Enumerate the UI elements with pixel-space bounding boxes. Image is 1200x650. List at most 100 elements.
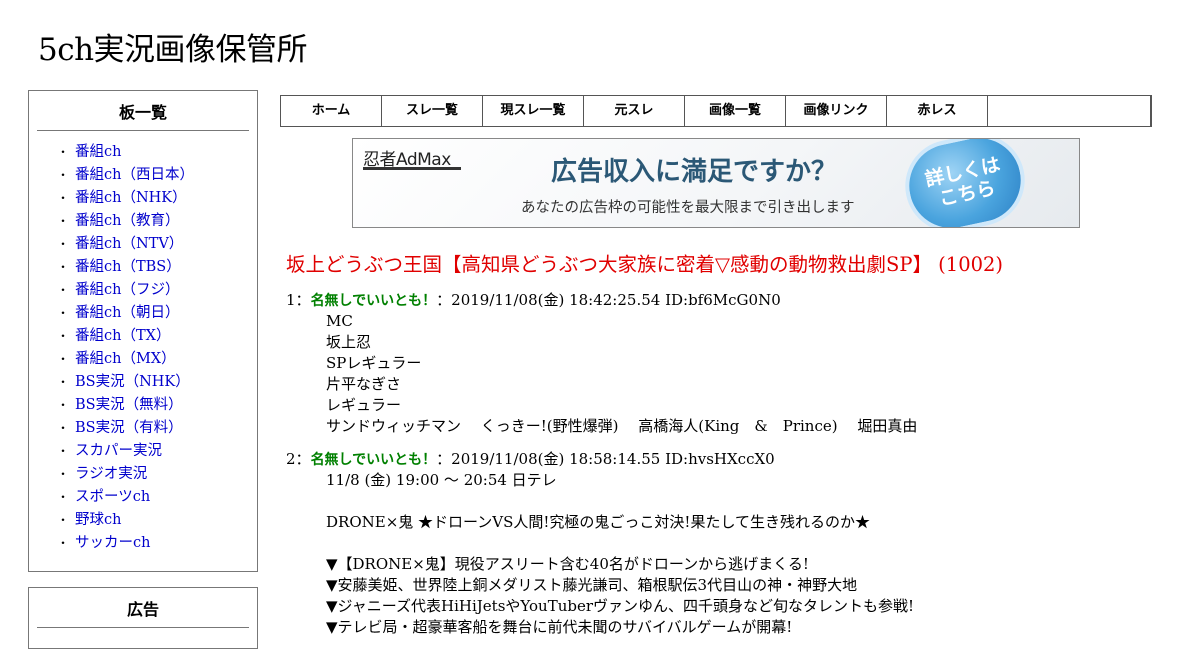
post-line: ▼ジャニーズ代表HiHiJetsやYouTuberヴァンゆん、四千頭身など旬なタ… (326, 597, 915, 615)
bullet-icon: ・ (57, 375, 70, 389)
board-item: ・番組ch（NTV） (29, 233, 257, 256)
nav-image-list[interactable]: 画像一覧 (685, 96, 786, 126)
post-header: 2：名無しでいいとも！：2019/11/08(金) 18:58:14.55 ID… (286, 449, 1166, 470)
board-link[interactable]: 番組ch（MX） (75, 351, 176, 367)
board-item: ・番組ch（MX） (29, 348, 257, 371)
post-line: サンドウィッチマン くっきー!(野性爆弾) 高橋海人(King & Prince… (326, 417, 918, 435)
bullet-icon: ・ (57, 421, 70, 435)
nav-original-thread[interactable]: 元スレ (584, 96, 685, 126)
board-link[interactable]: 番組ch (75, 144, 121, 160)
bullet-icon: ・ (57, 513, 70, 527)
board-item: ・番組ch（TBS） (29, 256, 257, 279)
ad-logo-underline (363, 167, 461, 170)
board-link[interactable]: スポーツch (75, 489, 150, 505)
post-number[interactable]: 2 (286, 450, 296, 468)
post-line: ▼【DRONE×鬼】現役アスリート含む40名がドローンから逃げまくる! (326, 555, 809, 573)
post-meta: ：2019/11/08(金) 18:58:14.55 ID:hvsHXccX0 (436, 450, 775, 468)
board-link[interactable]: BS実況（無料） (75, 397, 183, 413)
board-link[interactable]: 番組ch（NHK） (75, 190, 187, 206)
board-list: ・番組ch ・番組ch（西日本） ・番組ch（NHK） ・番組ch（教育） ・番… (29, 141, 257, 555)
board-link[interactable]: 番組ch（NTV） (75, 236, 183, 252)
site-title[interactable]: 5ch実況画像保管所 (38, 30, 308, 70)
board-link[interactable]: 野球ch (75, 512, 121, 528)
bullet-icon: ・ (57, 283, 70, 297)
bullet-icon: ・ (57, 536, 70, 550)
bullet-icon: ・ (57, 490, 70, 504)
post-number-separator: ： (295, 450, 311, 468)
board-item: ・番組ch (29, 141, 257, 164)
board-item: ・ラジオ実況 (29, 463, 257, 486)
board-item: ・番組ch（朝日） (29, 302, 257, 325)
bullet-icon: ・ (57, 329, 70, 343)
board-link[interactable]: サッカーch (75, 535, 150, 551)
bullet-icon: ・ (57, 306, 70, 320)
post-meta: ：2019/11/08(金) 18:42:25.54 ID:bf6McG0N0 (436, 291, 781, 309)
bullet-icon: ・ (57, 237, 70, 251)
board-item: ・ BS実況（無料） (29, 394, 257, 417)
board-list-panel: 板一覧 ・番組ch ・番組ch（西日本） ・番組ch（NHK） ・番組ch（教育… (28, 90, 258, 572)
board-item: ・番組ch（NHK） (29, 187, 257, 210)
board-link[interactable]: 番組ch（TX） (75, 328, 170, 344)
post-number-separator: ： (295, 291, 311, 309)
board-item: ・番組ch（西日本） (29, 164, 257, 187)
board-link[interactable]: 番組ch（TBS） (75, 259, 181, 275)
nav-thread-list[interactable]: スレ一覧 (382, 96, 483, 126)
post-body: MC 坂上忍 SPレギュラー 片平なぎさ レギュラー サンドウィッチマン くっき… (326, 311, 1166, 437)
post: 2：名無しでいいとも！：2019/11/08(金) 18:58:14.55 ID… (286, 449, 1166, 638)
post-body: 11/8 (金) 19:00 ～ 20:54 日テレ DRONE×鬼 ★ドローン… (326, 470, 1166, 638)
post-number[interactable]: 1 (286, 291, 296, 309)
board-item: ・野球ch (29, 509, 257, 532)
nav-current-thread-list[interactable]: 現スレ一覧 (483, 96, 584, 126)
post-line: 11/8 (金) 19:00 ～ 20:54 日テレ (326, 471, 557, 489)
post-header: 1：名無しでいいとも！：2019/11/08(金) 18:42:25.54 ID… (286, 290, 1166, 311)
top-nav: ホーム スレ一覧 現スレ一覧 元スレ 画像一覧 画像リンク 赤レス (280, 95, 1152, 127)
ad-banner[interactable]: 忍者AdMax 広告収入に満足ですか？ あなたの広告枠の可能性を最大限まで引き出… (352, 138, 1080, 228)
board-item: ・ BS実況（NHK） (29, 371, 257, 394)
board-link[interactable]: BS実況（NHK） (75, 374, 190, 390)
board-item: ・番組ch（教育） (29, 210, 257, 233)
board-item: ・番組ch（TX） (29, 325, 257, 348)
post-line: レギュラー (326, 396, 402, 414)
bullet-icon: ・ (57, 467, 70, 481)
board-item: ・サッカーch (29, 532, 257, 555)
ad-panel: 広告 (28, 587, 258, 649)
bullet-icon: ・ (57, 145, 70, 159)
bullet-icon: ・ (57, 260, 70, 274)
ad-details-badge[interactable]: 詳しくは こちら (896, 139, 1034, 227)
ad-subtext: あなたの広告枠の可能性を最大限まで引き出します (521, 200, 855, 216)
post-line: DRONE×鬼 ★ドローンVS人間!究極の鬼ごっこ対決!果たして生き残れるのか★ (326, 513, 870, 531)
bullet-icon: ・ (57, 214, 70, 228)
post-author-name: 名無しでいいとも！ (310, 293, 437, 309)
board-link[interactable]: 番組ch（フジ） (75, 282, 179, 298)
board-list-title: 板一覧 (37, 99, 249, 131)
post-author-name: 名無しでいいとも！ (310, 452, 437, 468)
bullet-icon: ・ (57, 444, 70, 458)
board-link[interactable]: 番組ch（教育） (75, 213, 179, 229)
post-line (326, 533, 1166, 554)
bullet-icon: ・ (57, 191, 70, 205)
board-item: ・スカパー実況 (29, 440, 257, 463)
post-line: 坂上忍 (326, 333, 372, 351)
post-line: 片平なぎさ (326, 375, 402, 393)
board-item: ・スポーツch (29, 486, 257, 509)
nav-empty-cell (988, 96, 1151, 126)
nav-home[interactable]: ホーム (281, 96, 382, 126)
post-line: MC (326, 312, 353, 330)
post-line: ▼安藤美姫、世界陸上銅メダリスト藤光謙司、箱根駅伝3代目山の神・神野大地 (326, 576, 858, 594)
nav-image-links[interactable]: 画像リンク (786, 96, 887, 126)
post-line: SPレギュラー (326, 354, 422, 372)
nav-red-res[interactable]: 赤レス (887, 96, 988, 126)
board-link[interactable]: 番組ch（西日本） (75, 167, 194, 183)
bullet-icon: ・ (57, 398, 70, 412)
board-link[interactable]: ラジオ実況 (75, 466, 147, 482)
ad-headline: 広告収入に満足ですか？ (551, 157, 838, 187)
board-item: ・番組ch（フジ） (29, 279, 257, 302)
bullet-icon: ・ (57, 352, 70, 366)
board-link[interactable]: スカパー実況 (75, 443, 162, 459)
thread-title: 坂上どうぶつ王国【高知県どうぶつ大家族に密着▽感動の動物救出劇SP】 (1002… (286, 253, 1004, 276)
board-link[interactable]: BS実況（有料） (75, 420, 183, 436)
post-line: ▼テレビ局・超豪華客船を舞台に前代未聞のサバイバルゲームが開幕! (326, 618, 793, 636)
board-item: ・ BS実況（有料） (29, 417, 257, 440)
post-line (326, 491, 1166, 512)
board-link[interactable]: 番組ch（朝日） (75, 305, 179, 321)
